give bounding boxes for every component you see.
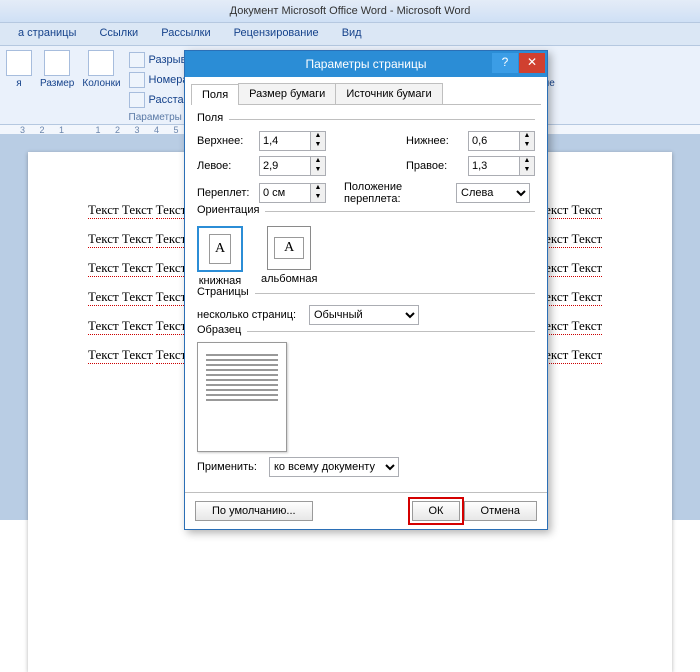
top-margin-label: Верхнее: [197,135,253,147]
cancel-button[interactable]: Отмена [464,501,537,521]
text-line: Текст Текст [88,289,153,306]
tab-page-layout[interactable]: а страницы [8,23,86,43]
dialog-tabs: Поля Размер бумаги Источник бумаги [191,83,541,105]
gutter-label: Переплет: [197,187,253,199]
app-titlebar: Документ Microsoft Office Word - Microso… [0,0,700,23]
apply-to-select[interactable]: ко всему документу [269,457,399,477]
tab-links[interactable]: Ссылки [89,23,148,43]
right-margin-label: Правое: [406,160,462,172]
default-button[interactable]: По умолчанию... [195,501,313,521]
apply-to-label: Применить: [197,461,263,473]
margins-group: Поля Верхнее: ▲▼ Нижнее: ▲▼ Левое: ▲▼ Пр… [197,119,535,205]
top-margin-input[interactable]: ▲▼ [259,131,326,151]
multiple-pages-select[interactable]: Обычный [309,305,419,325]
text-line: Текст Текст [88,202,153,219]
dialog-title: Параметры страницы [306,57,427,71]
text-line: Текст Текст [88,231,153,248]
orientation-group: Ориентация книжная альбомная [197,211,535,287]
tab-view[interactable]: Вид [332,23,372,43]
tab-review[interactable]: Рецензирование [224,23,329,43]
ribbon-tabs: а страницы Ссылки Рассылки Рецензировани… [0,23,700,46]
left-margin-input[interactable]: ▲▼ [259,156,326,176]
gutter-input[interactable]: ▲▼ [259,183,326,203]
bottom-margin-label: Нижнее: [406,135,462,147]
text-line: Текст Текст [88,260,153,277]
dialog-titlebar[interactable]: Параметры страницы ? ✕ [185,51,547,77]
tab-paper-source[interactable]: Источник бумаги [335,83,442,104]
close-button[interactable]: ✕ [519,53,545,73]
left-margin-label: Левое: [197,160,253,172]
gutter-position-select[interactable]: Слева [456,183,530,203]
page-setup-dialog: Параметры страницы ? ✕ Поля Размер бумаг… [184,50,548,530]
landscape-button[interactable]: альбомная [261,226,317,287]
pages-group: Страницы несколько страниц: Обычный [197,293,535,325]
size-button[interactable]: Размер [40,50,74,89]
margins-button[interactable]: я [6,50,32,89]
portrait-button[interactable]: книжная [197,226,243,287]
right-margin-input[interactable]: ▲▼ [468,156,535,176]
preview-group: Образец Применить: ко всему документу [197,331,535,477]
ok-button[interactable]: ОК [412,501,461,521]
columns-button[interactable]: Колонки [82,50,120,89]
tab-mailings[interactable]: Рассылки [151,23,220,43]
multiple-pages-label: несколько страниц: [197,309,303,321]
gutter-position-label: Положение переплета: [344,181,450,205]
text-line: Текст Текст [88,318,153,335]
help-button[interactable]: ? [492,53,518,73]
preview-image [197,342,287,452]
bottom-margin-input[interactable]: ▲▼ [468,131,535,151]
tab-margins[interactable]: Поля [191,84,239,105]
text-line: Текст Текст [88,347,153,364]
tab-paper-size[interactable]: Размер бумаги [238,83,336,104]
